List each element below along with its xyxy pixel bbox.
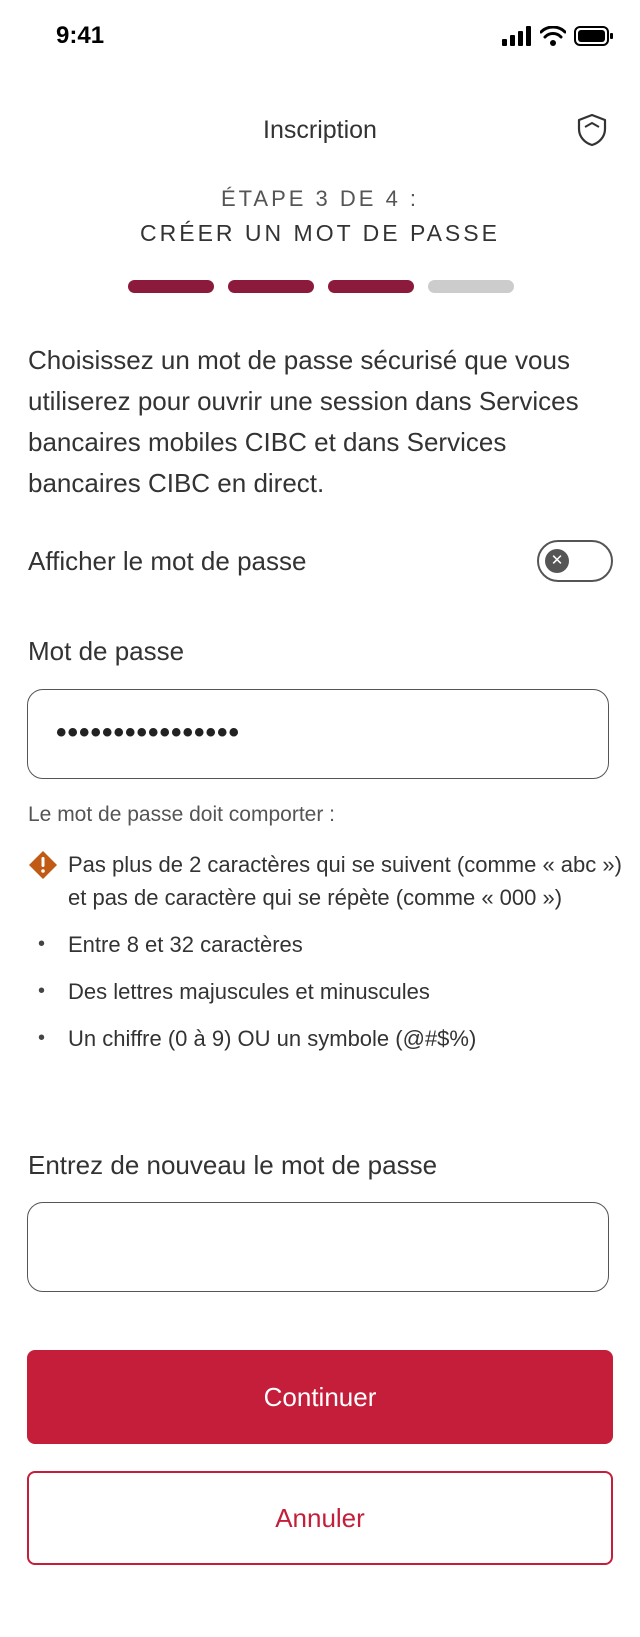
password-rule: • Entre 8 et 32 caractères [28, 928, 613, 961]
bullet-icon: • [38, 980, 46, 1002]
cancel-button[interactable]: Annuler [27, 1471, 613, 1565]
intro-text: Choisissez un mot de passe sécurisé que … [28, 345, 579, 498]
wifi-icon [540, 26, 566, 46]
show-password-label: Afficher le mot de passe [28, 546, 307, 576]
shield-icon [577, 113, 607, 147]
password-rules-list: Pas plus de 2 caractères qui se suivent … [28, 848, 622, 1055]
progress-segment [428, 280, 514, 293]
warning-icon [29, 851, 57, 879]
bullet-icon: • [38, 933, 46, 955]
password-rule: • Des lettres majuscules et minuscules [28, 975, 613, 1008]
security-shield-button[interactable] [572, 110, 612, 150]
status-icons [502, 26, 614, 46]
confirm-password-label: Entrez de nouveau le mot de passe [28, 1150, 438, 1180]
step-label: ÉTAPE 3 DE 4 : [220, 186, 420, 211]
password-rule-text: Des lettres majuscules et minuscules [68, 979, 430, 1004]
password-input-value: •••••••••••••••• [56, 716, 241, 749]
password-rule-warning: Pas plus de 2 caractères qui se suivent … [28, 848, 633, 914]
password-rules-title: Le mot de passe doit comporter : [28, 803, 335, 826]
header: Inscription [0, 100, 640, 160]
status-time: 9:41 [56, 22, 105, 49]
show-password-row: Afficher le mot de passe ✕ [28, 540, 613, 584]
password-input[interactable]: •••••••••••••••• [27, 689, 609, 779]
page-title: Inscription [263, 116, 377, 144]
password-rule: • Un chiffre (0 à 9) OU un symbole (@#$%… [28, 1022, 613, 1055]
signal-icon [502, 26, 531, 46]
progress-segment [328, 280, 414, 293]
battery-icon [574, 26, 613, 46]
continue-button[interactable]: Continuer [27, 1350, 613, 1444]
password-rule-text: Entre 8 et 32 caractères [68, 932, 303, 957]
password-rule-text: Pas plus de 2 caractères qui se suivent … [68, 852, 622, 910]
step-title: CRÉER UN MOT DE PASSE [140, 220, 500, 246]
bullet-icon: • [38, 1027, 46, 1049]
progress-segment [228, 280, 314, 293]
progress-segment [128, 280, 214, 293]
status-bar: 9:41 [0, 0, 640, 80]
password-rule-text: Un chiffre (0 à 9) OU un symbole (@#$%) [68, 1026, 477, 1051]
confirm-password-input[interactable] [27, 1202, 609, 1292]
show-password-toggle[interactable]: ✕ [537, 540, 613, 582]
close-icon: ✕ [545, 549, 569, 573]
step-progress [128, 280, 514, 293]
password-label: Mot de passe [28, 636, 185, 666]
